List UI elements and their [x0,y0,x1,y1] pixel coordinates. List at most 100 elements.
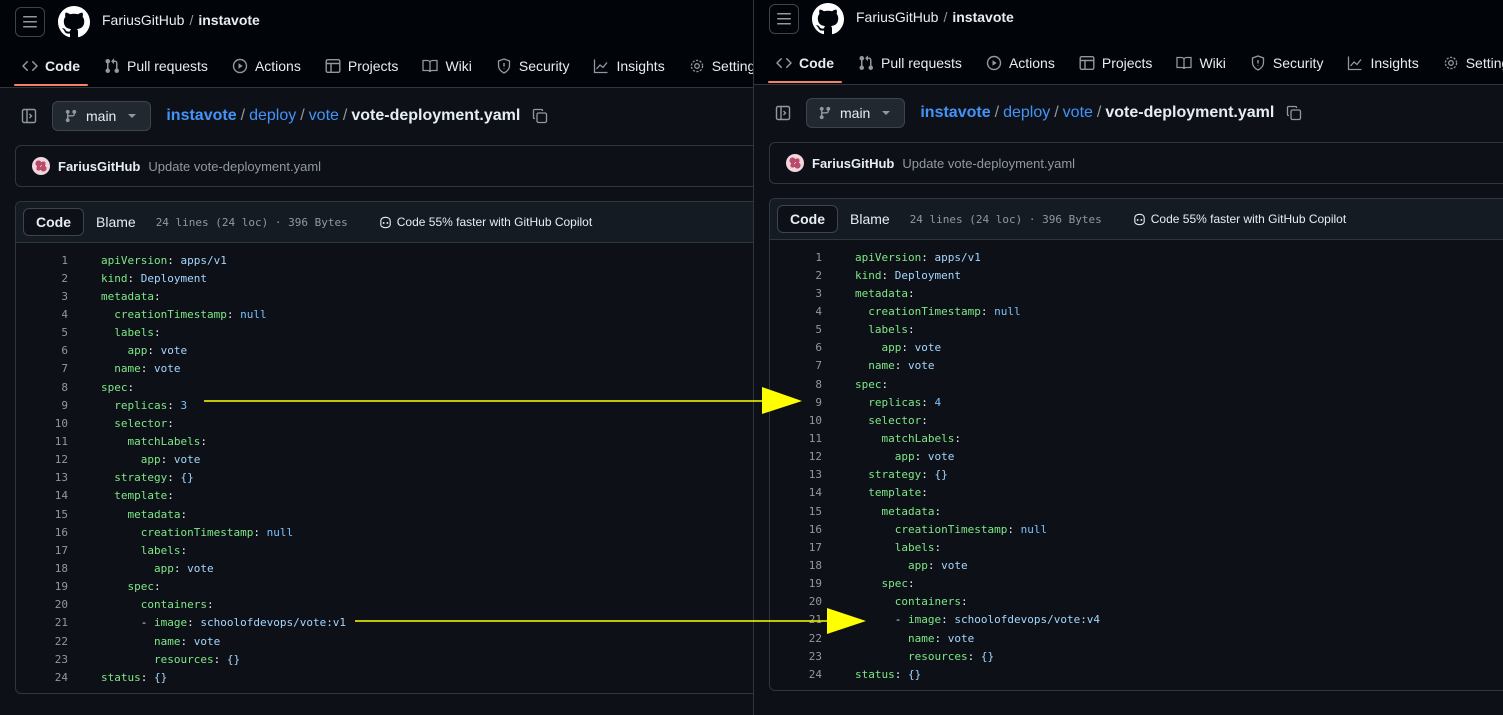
menu-button[interactable] [15,7,45,37]
github-logo-icon[interactable] [812,3,844,35]
blame-view-button[interactable]: Blame [84,208,148,236]
blame-view-button[interactable]: Blame [838,205,902,233]
shield-icon [497,58,511,74]
line-number[interactable]: 21 [770,613,822,626]
copilot-promo[interactable]: Code 55% faster with GitHub Copilot [378,215,592,230]
github-logo-icon[interactable] [58,6,90,38]
line-number[interactable]: 9 [16,399,68,412]
line-number[interactable]: 18 [16,562,68,575]
line-number[interactable]: 3 [770,287,822,300]
commit-author[interactable]: FariusGitHub [58,159,140,174]
path-link-vote[interactable]: vote [309,107,339,124]
avatar[interactable] [32,157,50,175]
code-token: : [894,359,908,373]
commit-message[interactable]: Update vote-deployment.yaml [902,156,1075,171]
line-number[interactable]: 17 [770,541,822,554]
repo-link[interactable]: instavote [952,9,1013,25]
commit-message[interactable]: Update vote-deployment.yaml [148,159,321,174]
line-number[interactable]: 12 [770,450,822,463]
toggle-file-tree-button[interactable] [769,99,797,127]
tab-actions[interactable]: Actions [224,48,309,84]
code-view-button[interactable]: Code [777,205,838,233]
path-link-vote[interactable]: vote [1063,104,1093,121]
line-number[interactable]: 22 [16,635,68,648]
copy-icon[interactable] [1286,105,1302,121]
menu-button[interactable] [769,4,799,34]
line-number[interactable]: 19 [770,577,822,590]
tab-settings[interactable]: Settings [1435,45,1503,81]
line-number[interactable]: 19 [16,580,68,593]
tab-projects[interactable]: Projects [317,48,407,84]
copilot-promo[interactable]: Code 55% faster with GitHub Copilot [1132,212,1346,227]
path-link-repo[interactable]: instavote [920,104,990,121]
tab-insights[interactable]: Insights [1339,45,1426,81]
line-number[interactable]: 5 [16,326,68,339]
line-number[interactable]: 4 [16,308,68,321]
tab-wiki[interactable]: Wiki [414,48,479,84]
tab-pull-requests[interactable]: Pull requests [850,45,970,81]
path-link-deploy[interactable]: deploy [1003,104,1050,121]
line-number[interactable]: 20 [16,598,68,611]
path-link-deploy[interactable]: deploy [249,107,296,124]
line-number[interactable]: 8 [16,381,68,394]
line-number[interactable]: 14 [770,486,822,499]
tab-projects[interactable]: Projects [1071,45,1161,81]
line-number[interactable]: 20 [770,595,822,608]
line-number[interactable]: 24 [770,668,822,681]
line-number[interactable]: 1 [16,254,68,267]
owner-link[interactable]: FariusGitHub [856,9,938,25]
line-number[interactable]: 24 [16,671,68,684]
tab-security[interactable]: Security [488,48,578,84]
line-number[interactable]: 15 [770,505,822,518]
tab-code[interactable]: Code [768,45,842,83]
line-number[interactable]: 13 [16,471,68,484]
line-number[interactable]: 10 [16,417,68,430]
copy-icon[interactable] [532,108,548,124]
line-number[interactable]: 16 [770,523,822,536]
tab-actions[interactable]: Actions [978,45,1063,81]
code-view-button[interactable]: Code [23,208,84,236]
line-number[interactable]: 7 [16,362,68,375]
line-number[interactable]: 3 [16,290,68,303]
tab-insights[interactable]: Insights [585,48,672,84]
line-number[interactable]: 2 [770,269,822,282]
line-number[interactable]: 8 [770,378,822,391]
line-number[interactable]: 22 [770,632,822,645]
line-number[interactable]: 7 [770,359,822,372]
current-file-name: vote-deployment.yaml [1105,104,1275,121]
line-number[interactable]: 9 [770,396,822,409]
line-number[interactable]: 2 [16,272,68,285]
line-number[interactable]: 15 [16,508,68,521]
line-number[interactable]: 13 [770,468,822,481]
tab-code[interactable]: Code [14,48,88,86]
line-number[interactable]: 6 [16,344,68,357]
tab-wiki[interactable]: Wiki [1168,45,1233,81]
avatar[interactable] [786,154,804,172]
toggle-file-tree-button[interactable] [15,102,43,130]
owner-link[interactable]: FariusGitHub [102,12,184,28]
line-number[interactable]: 14 [16,489,68,502]
line-number[interactable]: 5 [770,323,822,336]
tab-settings[interactable]: Settings [681,48,753,84]
repo-link[interactable]: instavote [198,12,259,28]
line-number[interactable]: 12 [16,453,68,466]
line-number[interactable]: 17 [16,544,68,557]
line-number[interactable]: 18 [770,559,822,572]
line-number[interactable]: 1 [770,251,822,264]
line-number[interactable]: 21 [16,616,68,629]
line-code: app: vote [855,450,955,463]
branch-selector[interactable]: main [806,98,906,128]
tab-security[interactable]: Security [1242,45,1332,81]
line-number[interactable]: 11 [16,435,68,448]
line-number[interactable]: 16 [16,526,68,539]
line-number[interactable]: 11 [770,432,822,445]
line-number[interactable]: 10 [770,414,822,427]
line-number[interactable]: 4 [770,305,822,318]
line-number[interactable]: 23 [16,653,68,666]
path-link-repo[interactable]: instavote [166,107,236,124]
line-number[interactable]: 23 [770,650,822,663]
branch-selector[interactable]: main [52,101,152,131]
line-number[interactable]: 6 [770,341,822,354]
tab-pull-requests[interactable]: Pull requests [96,48,216,84]
commit-author[interactable]: FariusGitHub [812,156,894,171]
